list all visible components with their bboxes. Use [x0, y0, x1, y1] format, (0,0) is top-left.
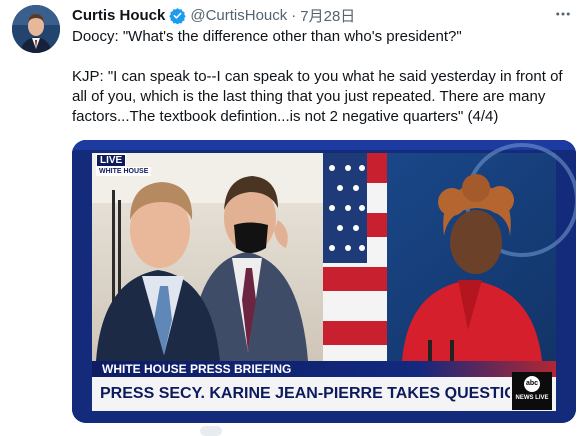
news-live-text: NEWS LIVE: [515, 395, 549, 401]
abc-news-logo: abc NEWS LIVE: [512, 372, 552, 410]
author-name[interactable]: Curtis Houck: [72, 7, 165, 24]
author-handle[interactable]: @CurtisHouck: [190, 7, 287, 24]
verified-badge-icon: [169, 7, 187, 24]
header-separator: ·: [291, 6, 297, 24]
abc-logo-text: abc: [524, 376, 540, 392]
more-options-icon[interactable]: [552, 3, 574, 25]
banner-main: PRESS SECY. KARINE JEAN-PIERRE TAKES QUE…: [100, 385, 510, 402]
banner-top: WHITE HOUSE PRESS BRIEFING: [102, 362, 292, 376]
video-media[interactable]: LIVE WHITE HOUSE WHITE HOUSE PRESS BRIEF…: [72, 140, 576, 423]
avatar-photo: [12, 5, 60, 53]
tweet-date[interactable]: 7月28日: [300, 5, 355, 26]
live-badge: LIVE: [96, 154, 127, 167]
location-label: WHITE HOUSE: [96, 167, 152, 176]
live-label: LIVE: [100, 155, 123, 166]
tweet-header: Curtis Houck @CurtisHouck · 7月28日: [72, 5, 355, 25]
tweet-text: Doocy: "What's the difference other than…: [72, 28, 563, 125]
author-avatar[interactable]: [12, 5, 60, 53]
partial-element: [200, 426, 222, 436]
